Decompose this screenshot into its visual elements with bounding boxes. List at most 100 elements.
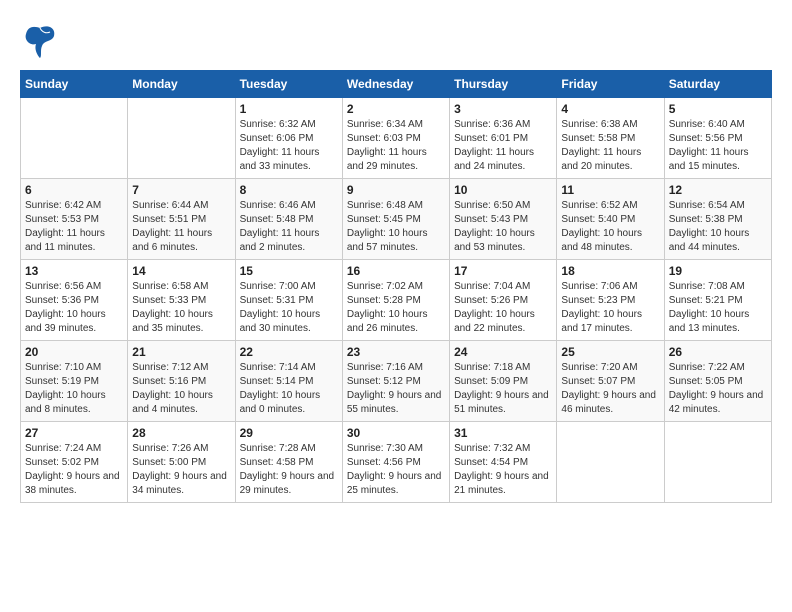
day-number: 19 <box>669 264 767 278</box>
calendar-cell: 28 Sunrise: 7:26 AM Sunset: 5:00 PM Dayli… <box>128 422 235 503</box>
calendar-cell: 22 Sunrise: 7:14 AM Sunset: 5:14 PM Dayli… <box>235 341 342 422</box>
day-info: Sunrise: 7:12 AM Sunset: 5:16 PM Dayligh… <box>132 361 230 417</box>
day-number: 24 <box>454 345 552 359</box>
day-info: Sunrise: 6:32 AM Sunset: 6:06 PM Dayligh… <box>240 118 338 174</box>
calendar-cell: 31 Sunrise: 7:32 AM Sunset: 4:54 PM Dayli… <box>450 422 557 503</box>
day-number: 16 <box>347 264 445 278</box>
weekday-header: Saturday <box>664 71 771 98</box>
day-number: 27 <box>25 426 123 440</box>
calendar-cell: 5Sunrise: 6:40 AM Sunset: 5:56 PM Daylig… <box>664 98 771 179</box>
weekday-header: Thursday <box>450 71 557 98</box>
day-number: 14 <box>132 264 230 278</box>
calendar-cell: 9 Sunrise: 6:48 AM Sunset: 5:45 PM Daylig… <box>342 179 449 260</box>
calendar-header-row: SundayMondayTuesdayWednesdayThursdayFrid… <box>21 71 772 98</box>
calendar-cell: 30 Sunrise: 7:30 AM Sunset: 4:56 PM Dayli… <box>342 422 449 503</box>
weekday-header: Tuesday <box>235 71 342 98</box>
day-number: 30 <box>347 426 445 440</box>
day-number: 8 <box>240 183 338 197</box>
calendar-cell: 17 Sunrise: 7:04 AM Sunset: 5:26 PM Dayli… <box>450 260 557 341</box>
day-info: Sunrise: 7:08 AM Sunset: 5:21 PM Dayligh… <box>669 280 767 336</box>
day-number: 17 <box>454 264 552 278</box>
day-number: 26 <box>669 345 767 359</box>
day-number: 20 <box>25 345 123 359</box>
day-info: Sunrise: 7:00 AM Sunset: 5:31 PM Dayligh… <box>240 280 338 336</box>
calendar-cell: 15 Sunrise: 7:00 AM Sunset: 5:31 PM Dayli… <box>235 260 342 341</box>
day-info: Sunrise: 6:40 AM Sunset: 5:56 PM Dayligh… <box>669 118 767 174</box>
calendar-week-row: 6 Sunrise: 6:42 AM Sunset: 5:53 PM Daylig… <box>21 179 772 260</box>
calendar-cell: 26 Sunrise: 7:22 AM Sunset: 5:05 PM Dayli… <box>664 341 771 422</box>
day-info: Sunrise: 7:26 AM Sunset: 5:00 PM Dayligh… <box>132 442 230 498</box>
weekday-header: Friday <box>557 71 664 98</box>
day-info: Sunrise: 6:44 AM Sunset: 5:51 PM Dayligh… <box>132 199 230 255</box>
weekday-header: Monday <box>128 71 235 98</box>
calendar-cell: 11 Sunrise: 6:52 AM Sunset: 5:40 PM Dayli… <box>557 179 664 260</box>
day-number: 11 <box>561 183 659 197</box>
day-info: Sunrise: 6:36 AM Sunset: 6:01 PM Dayligh… <box>454 118 552 174</box>
day-info: Sunrise: 7:14 AM Sunset: 5:14 PM Dayligh… <box>240 361 338 417</box>
day-number: 2 <box>347 102 445 116</box>
day-info: Sunrise: 7:06 AM Sunset: 5:23 PM Dayligh… <box>561 280 659 336</box>
calendar-cell: 25 Sunrise: 7:20 AM Sunset: 5:07 PM Dayli… <box>557 341 664 422</box>
calendar-cell: 29 Sunrise: 7:28 AM Sunset: 4:58 PM Dayli… <box>235 422 342 503</box>
calendar-table: SundayMondayTuesdayWednesdayThursdayFrid… <box>20 70 772 503</box>
calendar-cell: 1 Sunrise: 6:32 AM Sunset: 6:06 PM Daylig… <box>235 98 342 179</box>
day-info: Sunrise: 6:46 AM Sunset: 5:48 PM Dayligh… <box>240 199 338 255</box>
calendar-cell <box>557 422 664 503</box>
day-info: Sunrise: 7:18 AM Sunset: 5:09 PM Dayligh… <box>454 361 552 417</box>
calendar-cell: 8 Sunrise: 6:46 AM Sunset: 5:48 PM Daylig… <box>235 179 342 260</box>
day-info: Sunrise: 7:16 AM Sunset: 5:12 PM Dayligh… <box>347 361 445 417</box>
day-info: Sunrise: 7:20 AM Sunset: 5:07 PM Dayligh… <box>561 361 659 417</box>
calendar-cell: 7 Sunrise: 6:44 AM Sunset: 5:51 PM Daylig… <box>128 179 235 260</box>
calendar-cell: 13 Sunrise: 6:56 AM Sunset: 5:36 PM Dayli… <box>21 260 128 341</box>
calendar-week-row: 1 Sunrise: 6:32 AM Sunset: 6:06 PM Daylig… <box>21 98 772 179</box>
day-info: Sunrise: 7:30 AM Sunset: 4:56 PM Dayligh… <box>347 442 445 498</box>
calendar-cell: 4Sunrise: 6:38 AM Sunset: 5:58 PM Daylig… <box>557 98 664 179</box>
day-info: Sunrise: 6:50 AM Sunset: 5:43 PM Dayligh… <box>454 199 552 255</box>
day-number: 1 <box>240 102 338 116</box>
day-info: Sunrise: 6:52 AM Sunset: 5:40 PM Dayligh… <box>561 199 659 255</box>
day-info: Sunrise: 6:42 AM Sunset: 5:53 PM Dayligh… <box>25 199 123 255</box>
day-number: 29 <box>240 426 338 440</box>
day-number: 21 <box>132 345 230 359</box>
calendar-cell: 16 Sunrise: 7:02 AM Sunset: 5:28 PM Dayli… <box>342 260 449 341</box>
day-info: Sunrise: 6:34 AM Sunset: 6:03 PM Dayligh… <box>347 118 445 174</box>
day-number: 6 <box>25 183 123 197</box>
day-number: 13 <box>25 264 123 278</box>
day-number: 18 <box>561 264 659 278</box>
day-number: 4 <box>561 102 659 116</box>
day-info: Sunrise: 6:48 AM Sunset: 5:45 PM Dayligh… <box>347 199 445 255</box>
day-number: 31 <box>454 426 552 440</box>
day-number: 22 <box>240 345 338 359</box>
calendar-week-row: 20Sunrise: 7:10 AM Sunset: 5:19 PM Dayli… <box>21 341 772 422</box>
calendar-week-row: 13 Sunrise: 6:56 AM Sunset: 5:36 PM Dayli… <box>21 260 772 341</box>
day-number: 23 <box>347 345 445 359</box>
day-number: 15 <box>240 264 338 278</box>
calendar-cell: 24 Sunrise: 7:18 AM Sunset: 5:09 PM Dayli… <box>450 341 557 422</box>
day-info: Sunrise: 7:02 AM Sunset: 5:28 PM Dayligh… <box>347 280 445 336</box>
day-number: 12 <box>669 183 767 197</box>
calendar-cell: 12 Sunrise: 6:54 AM Sunset: 5:38 PM Dayli… <box>664 179 771 260</box>
day-number: 25 <box>561 345 659 359</box>
day-info: Sunrise: 6:54 AM Sunset: 5:38 PM Dayligh… <box>669 199 767 255</box>
calendar-cell: 3 Sunrise: 6:36 AM Sunset: 6:01 PM Daylig… <box>450 98 557 179</box>
day-info: Sunrise: 7:32 AM Sunset: 4:54 PM Dayligh… <box>454 442 552 498</box>
calendar-cell: 18 Sunrise: 7:06 AM Sunset: 5:23 PM Dayli… <box>557 260 664 341</box>
weekday-header: Wednesday <box>342 71 449 98</box>
calendar-cell: 2 Sunrise: 6:34 AM Sunset: 6:03 PM Daylig… <box>342 98 449 179</box>
day-info: Sunrise: 7:22 AM Sunset: 5:05 PM Dayligh… <box>669 361 767 417</box>
day-info: Sunrise: 6:56 AM Sunset: 5:36 PM Dayligh… <box>25 280 123 336</box>
day-info: Sunrise: 7:28 AM Sunset: 4:58 PM Dayligh… <box>240 442 338 498</box>
calendar-cell: 27Sunrise: 7:24 AM Sunset: 5:02 PM Dayli… <box>21 422 128 503</box>
calendar-cell: 23 Sunrise: 7:16 AM Sunset: 5:12 PM Dayli… <box>342 341 449 422</box>
weekday-header: Sunday <box>21 71 128 98</box>
calendar-cell <box>664 422 771 503</box>
day-number: 7 <box>132 183 230 197</box>
day-number: 9 <box>347 183 445 197</box>
logo <box>20 20 64 60</box>
day-info: Sunrise: 7:04 AM Sunset: 5:26 PM Dayligh… <box>454 280 552 336</box>
day-number: 3 <box>454 102 552 116</box>
day-number: 28 <box>132 426 230 440</box>
calendar-cell: 21 Sunrise: 7:12 AM Sunset: 5:16 PM Dayli… <box>128 341 235 422</box>
calendar-week-row: 27Sunrise: 7:24 AM Sunset: 5:02 PM Dayli… <box>21 422 772 503</box>
calendar-cell: 6 Sunrise: 6:42 AM Sunset: 5:53 PM Daylig… <box>21 179 128 260</box>
